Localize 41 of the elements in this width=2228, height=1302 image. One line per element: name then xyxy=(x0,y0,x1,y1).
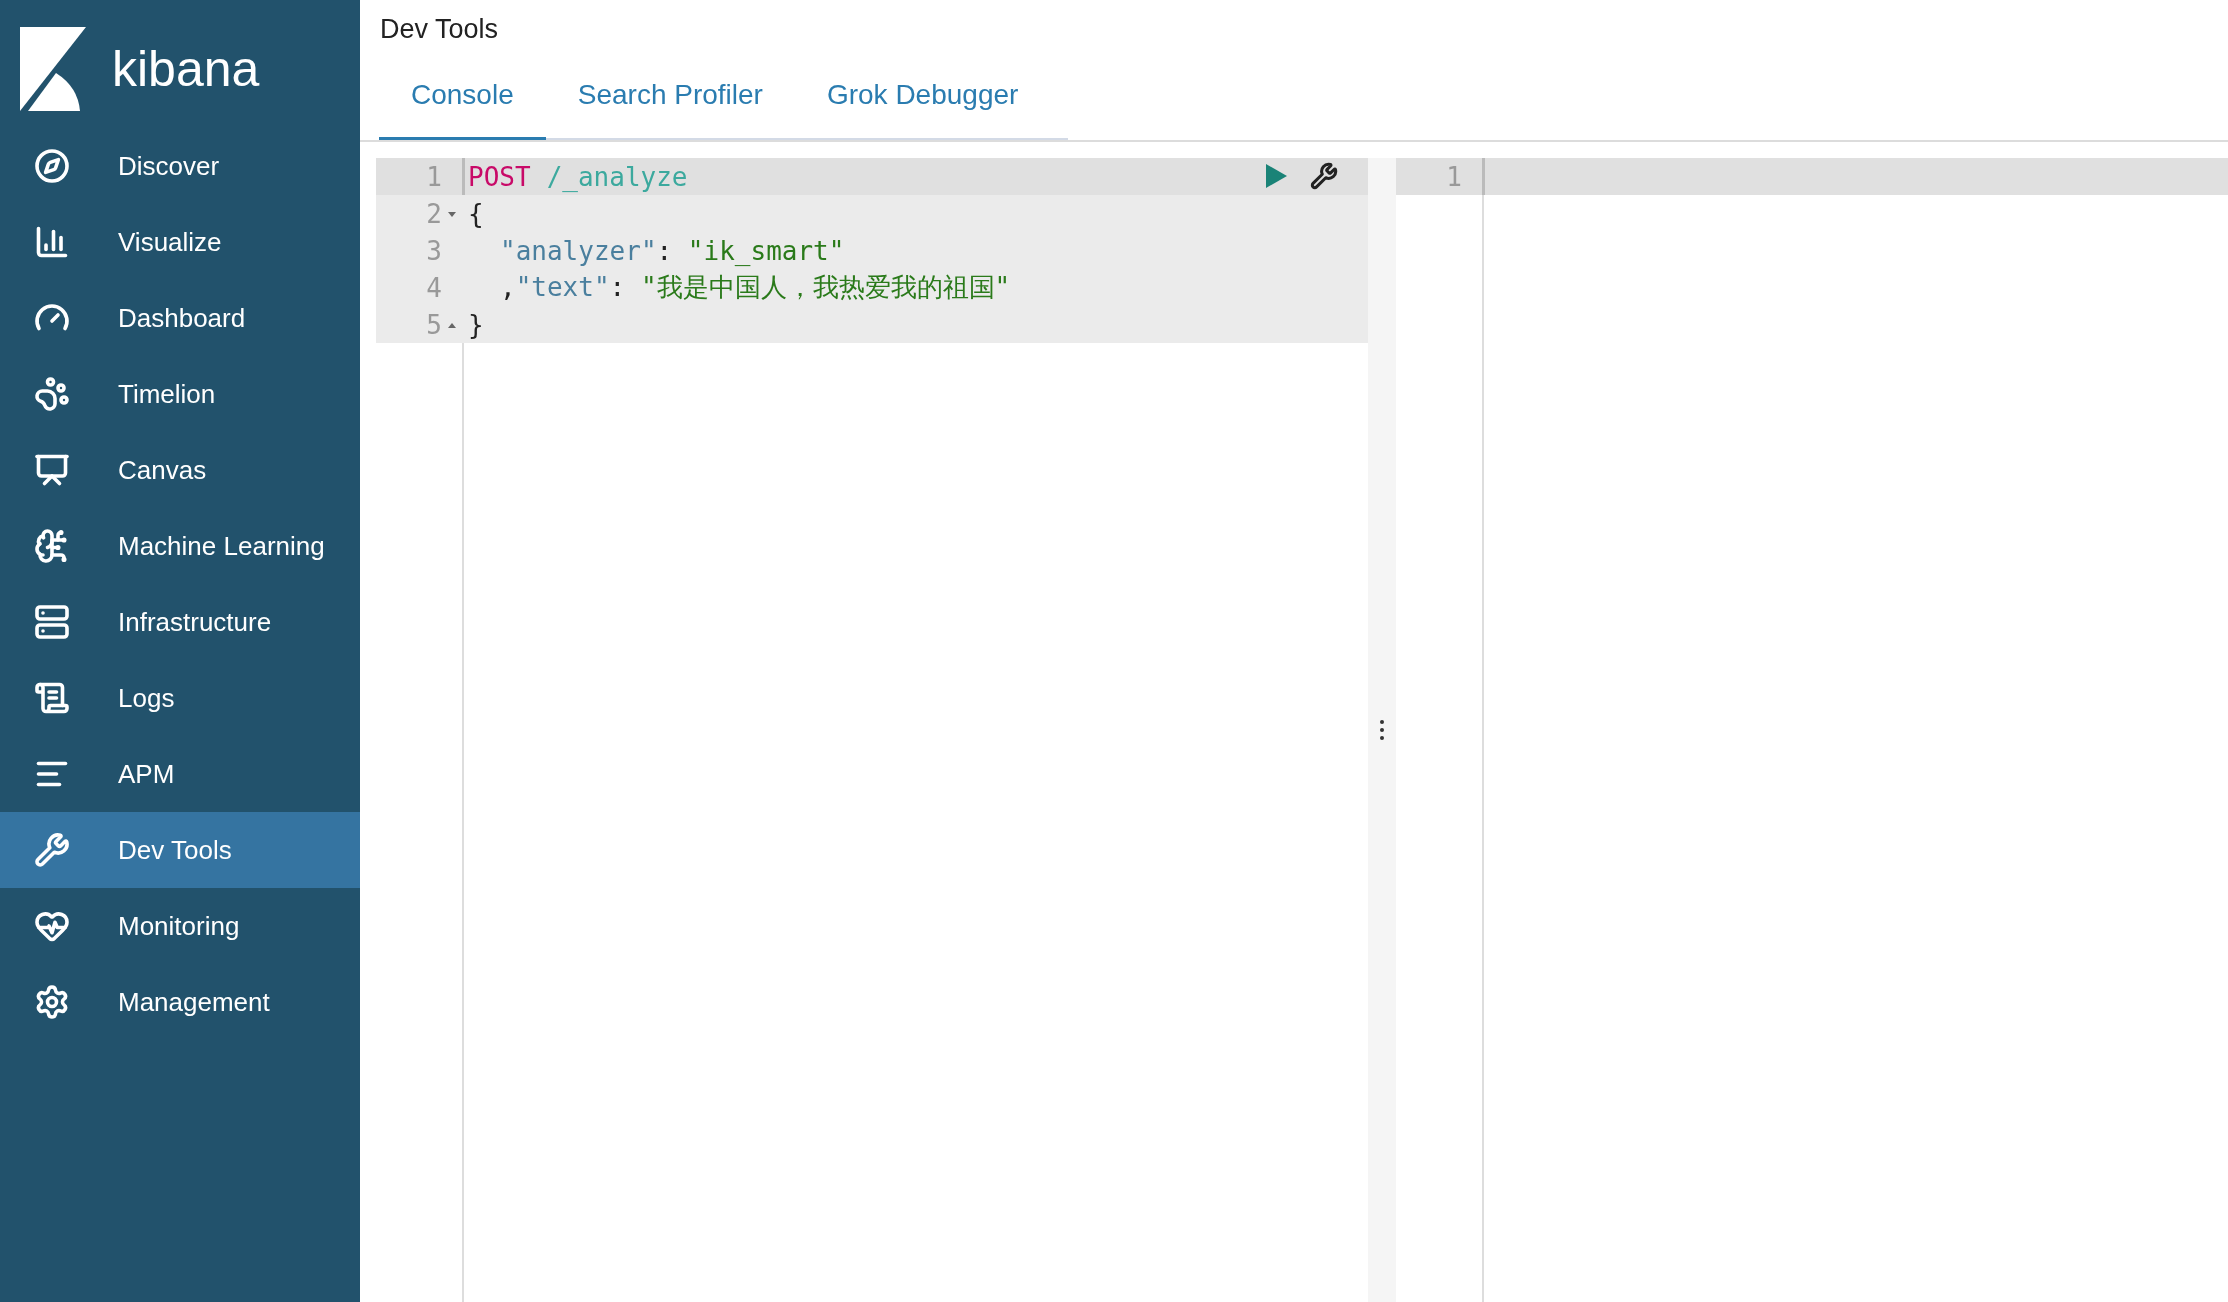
nav-item[interactable]: Canvas xyxy=(0,432,360,508)
wrench-icon xyxy=(34,832,70,868)
nav-item[interactable]: Infrastructure xyxy=(0,584,360,660)
paw-icon xyxy=(34,376,70,412)
server-icon xyxy=(34,604,70,640)
nav-item[interactable]: Machine Learning xyxy=(0,508,360,584)
nav-item[interactable]: Logs xyxy=(0,660,360,736)
line-number: 1 xyxy=(1446,161,1462,192)
code-line: "analyzer": "ik_smart" xyxy=(499,235,845,266)
nav-item[interactable]: Timelion xyxy=(0,356,360,432)
nav-item[interactable]: Management xyxy=(0,964,360,1040)
scroll-icon xyxy=(34,680,70,716)
code-line: POST /_analyze xyxy=(468,161,688,192)
logo-icon xyxy=(20,27,86,111)
tab[interactable]: Grok Debugger xyxy=(794,65,1051,140)
line-number: 1 xyxy=(426,161,442,192)
nav-item[interactable]: APM xyxy=(0,736,360,812)
settings-icon xyxy=(34,984,70,1020)
line-number: 2 xyxy=(426,198,442,229)
nav-item[interactable]: Visualize xyxy=(0,204,360,280)
nav-item[interactable]: Monitoring xyxy=(0,888,360,964)
line-number: 3 xyxy=(426,235,442,266)
presentation-chart-icon xyxy=(34,452,70,488)
wrench-icon[interactable] xyxy=(1310,162,1338,190)
play-icon[interactable] xyxy=(1264,163,1288,189)
nav-item[interactable]: Dashboard xyxy=(0,280,360,356)
page-title: Dev Tools xyxy=(379,13,500,45)
code-line: { xyxy=(468,198,484,229)
line-number: 4 xyxy=(426,272,442,303)
bar-chart-icon xyxy=(34,224,70,260)
brain-icon xyxy=(34,528,70,564)
code-line: } xyxy=(468,309,484,340)
code-line: ,"text": "我是中国人，我热爱我的祖国" xyxy=(499,271,1011,304)
line-number: 5 xyxy=(426,309,442,340)
nav-item[interactable]: Discover xyxy=(0,128,360,204)
tab[interactable]: Search Profiler xyxy=(545,65,795,140)
nav-item[interactable]: Dev Tools xyxy=(0,812,360,888)
compass-icon xyxy=(34,148,70,184)
request-editor[interactable]: 1 POST /_analyze 2 { 3 "analyzer": "ik_smart" 4 ,"text": "我是中国人，我热爱我的祖国" 5 } xyxy=(376,158,1368,1302)
logo-text: kibana xyxy=(112,40,260,98)
resize-handle-icon[interactable] xyxy=(1380,719,1384,741)
